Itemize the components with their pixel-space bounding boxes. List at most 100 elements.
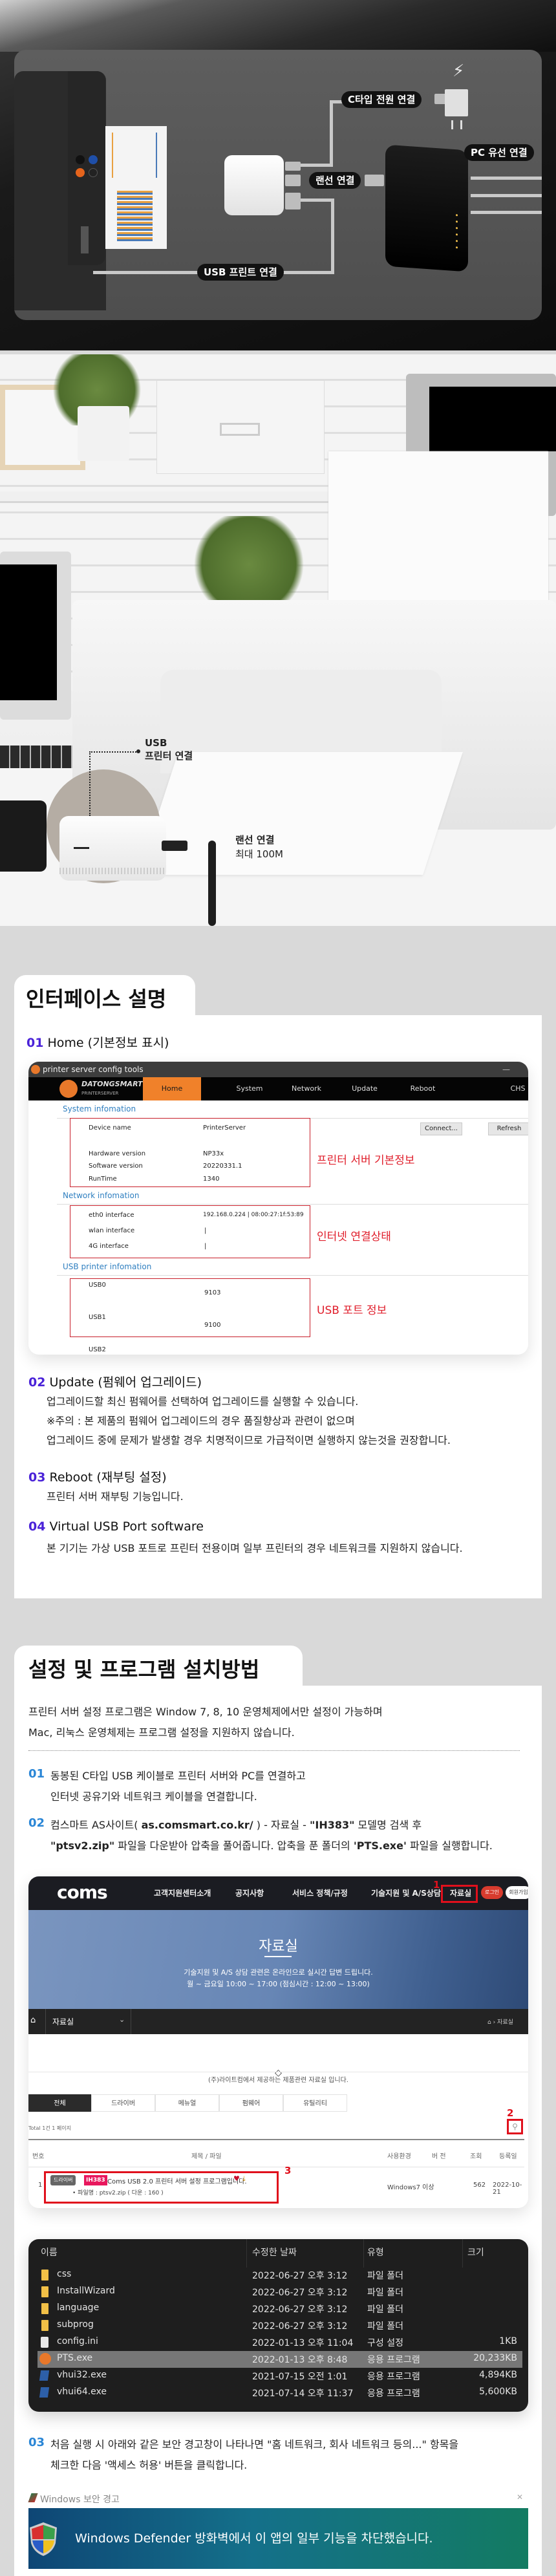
refresh-button[interactable]: Refresh	[488, 1122, 528, 1135]
nav-item[interactable]: 서비스 정책/규정	[292, 1876, 348, 1910]
as-site-url[interactable]: as.comsmart.co.kr/	[142, 1819, 253, 1831]
file-row[interactable]: language 2022-06-27 오후 3:12 파일 폴더	[37, 2301, 522, 2317]
lan-connection-label: 랜선 연결	[309, 172, 361, 189]
close-icon[interactable]: ✕	[517, 2493, 523, 2502]
home-icon[interactable]: ⌂	[30, 2015, 36, 2025]
banner-title: 자료실	[259, 1938, 298, 1955]
col-header[interactable]: 이름	[41, 2246, 58, 2259]
power-plug-icon	[445, 89, 468, 116]
virtual-usb-description: 본 기기는 가상 USB 포트로 프린터 전용이며 일부 프린터의 경우 네트워…	[47, 1542, 463, 1554]
tab-utility[interactable]: 유틸리티	[283, 2094, 347, 2112]
row-number: 1	[38, 2182, 43, 2189]
network-key: 4G interface	[89, 1243, 129, 1250]
file-date: 2021-07-14 오후 11:37	[252, 2388, 354, 2399]
subnav-dropdown-label[interactable]: 자료실	[52, 2016, 74, 2027]
file-type: 구성 설정	[367, 2338, 403, 2348]
file-type: 응용 프로그램	[367, 2388, 420, 2399]
col-header[interactable]: 크기	[467, 2246, 484, 2259]
download-icon[interactable]: ⤓	[242, 2174, 246, 2184]
step-text: 컴스마트 AS사이트( as.comsmart.co.kr/ ) - 자료실 -…	[50, 1815, 493, 1856]
nav-item[interactable]: 공지사항	[235, 1876, 264, 1910]
col-header: 버 전	[432, 2153, 446, 2160]
nav-reboot[interactable]: Reboot	[403, 1077, 442, 1100]
nav-language[interactable]: CHS	[508, 1077, 528, 1100]
step-line: 인터넷 공유기와 네트워크 케이블을 연결합니다.	[50, 1790, 257, 1803]
login-button[interactable]: 로그인	[481, 1886, 503, 1899]
divider	[57, 1275, 528, 1276]
table-row[interactable]: 1 3 드라이버 IH383 Coms USB 2.0 프린터 서버 설정 프로…	[28, 2165, 528, 2205]
tab-manual[interactable]: 메뉴얼	[155, 2094, 219, 2112]
datongsmart-logo-icon	[59, 1080, 78, 1098]
nav-item[interactable]: 고객지원센터소개	[154, 1876, 211, 1910]
usb-cable	[301, 199, 333, 202]
home-icon[interactable]: ⌂ ›	[487, 2019, 497, 2026]
search-icon[interactable]: ⚲	[507, 2119, 523, 2134]
printer-lcd	[81, 226, 89, 253]
router-led-icon	[456, 220, 458, 223]
nav-network[interactable]: Network	[287, 1077, 326, 1100]
bar-chart-graphic	[117, 191, 153, 242]
phone	[0, 800, 47, 872]
file-row[interactable]: config.ini 2022-01-13 오후 11:04 구성 설정 1KB	[37, 2334, 522, 2351]
signup-button[interactable]: 회원가입	[506, 1886, 528, 1899]
tab-all[interactable]: 전체	[28, 2094, 91, 2112]
minimize-button[interactable]: —	[502, 1062, 510, 1077]
plant	[187, 516, 310, 613]
file-info[interactable]: • 파일명 : ptsv2.zip ( 다운 : 160 )	[72, 2188, 164, 2196]
section-title-tab: 설정 및 프로그램 설치방법	[14, 1646, 303, 1687]
col-header[interactable]: 유형	[367, 2246, 384, 2259]
connect-button[interactable]: Connect...	[420, 1122, 462, 1135]
file-size: 1KB	[499, 2336, 517, 2346]
file-row[interactable]: subprog 2022-06-27 오후 3:12 파일 폴더	[37, 2317, 522, 2334]
device-name-field[interactable]: PrinterServer	[203, 1124, 246, 1132]
text: 모델명 검색 후	[354, 1819, 422, 1831]
chevron-down-icon[interactable]: ⌄	[119, 2015, 125, 2024]
file-date: 2022-01-13 오후 8:48	[252, 2355, 348, 2365]
status-slot	[74, 847, 89, 849]
nav-item[interactable]: 기술지원 및 A/S상담	[371, 1876, 441, 1910]
file-row[interactable]: PTS.exe 2022-01-13 오후 8:48 응용 프로그램 20,233KB	[37, 2351, 522, 2368]
dotted-divider	[28, 1750, 520, 1751]
step-marker: 1	[433, 1879, 440, 1891]
col-header: 제목 / 파일	[191, 2153, 222, 2160]
network-value: |	[204, 1243, 207, 1250]
item-number: 02	[28, 1375, 46, 1390]
line-chart-graphic	[112, 133, 157, 178]
shield-icon	[30, 2522, 57, 2556]
laptop-screen	[0, 564, 57, 700]
nav-system[interactable]: System	[230, 1077, 269, 1100]
file-row[interactable]: InstallWizard 2022-06-27 오후 3:12 파일 폴더	[37, 2284, 522, 2301]
usb-port-icon	[285, 193, 301, 209]
connection-diagram-section: ⚡ C타입 전원 연결 PC 유선 연결 랜선 연결 USB 프린트 연결	[0, 0, 556, 350]
nav-home[interactable]: Home	[143, 1077, 201, 1100]
pc-lan-cable	[471, 194, 542, 197]
box-handle	[220, 423, 260, 436]
lan-cable	[208, 841, 216, 926]
shelf	[0, 491, 336, 503]
monitor-screen	[429, 387, 556, 451]
file-type: 파일 폴더	[367, 2321, 403, 2332]
col-header[interactable]: 수정한 날짜	[252, 2246, 297, 2259]
reboot-description: 프린터 서버 재부팅 기능입니다.	[47, 1490, 184, 1503]
folder-icon	[41, 2303, 48, 2314]
tab-driver[interactable]: 드라이버	[91, 2094, 155, 2112]
file-row[interactable]: vhui64.exe 2021-07-14 오후 11:37 응용 프로그램 5,60…	[37, 2385, 522, 2401]
file-size: 5,600KB	[479, 2387, 517, 2397]
config-file-icon	[41, 2337, 48, 2348]
model-name: "IH383"	[310, 1819, 355, 1831]
lan-cable-connector	[162, 841, 187, 851]
router-illustration	[385, 144, 468, 272]
tab-firmware[interactable]: 펌웨어	[219, 2094, 283, 2112]
nav-archive[interactable]: 자료실	[450, 1876, 471, 1910]
file-type: 응용 프로그램	[367, 2355, 420, 2365]
post-title-link[interactable]: Coms USB 2.0 프린터 서버 설정 프로그램입니다.	[107, 2176, 247, 2185]
col-header: 등록일	[499, 2153, 517, 2160]
coms-logo[interactable]: coms	[57, 1882, 108, 1903]
file-row[interactable]: vhui32.exe 2021-07-15 오전 1:01 응용 프로그램 4,894…	[37, 2368, 522, 2385]
nav-update[interactable]: Update	[345, 1077, 384, 1100]
alert-app-icon	[28, 2493, 38, 2502]
system-value: NP33x	[203, 1150, 224, 1157]
folder-icon	[41, 2270, 48, 2281]
step-number: 02	[28, 1816, 45, 1830]
file-row[interactable]: css 2022-06-27 오후 3:12 파일 폴더	[37, 2267, 522, 2284]
